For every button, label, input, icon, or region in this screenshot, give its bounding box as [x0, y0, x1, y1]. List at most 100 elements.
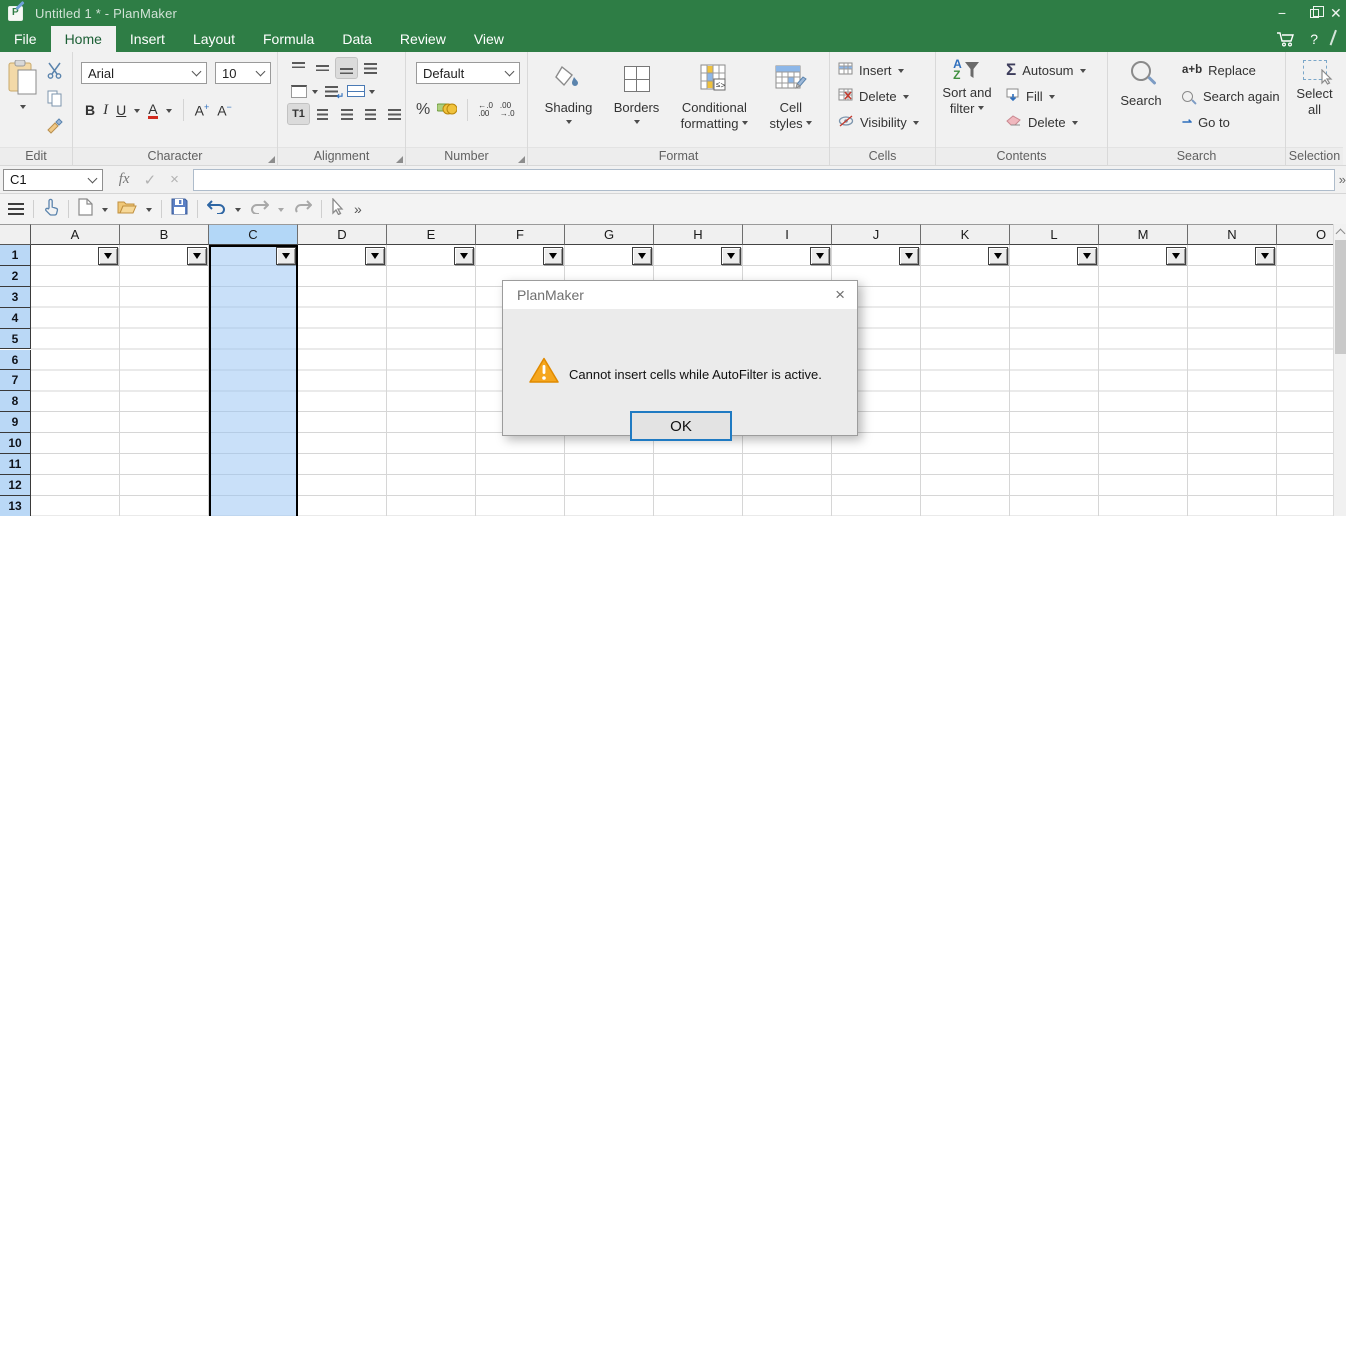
select-all-button[interactable]: Selectall [1296, 86, 1332, 118]
text-orientation-button[interactable]: T1 [288, 104, 309, 124]
autofilter-button-N[interactable] [1255, 247, 1275, 265]
search-again-button[interactable]: Search again [1174, 83, 1285, 109]
ok-button[interactable]: OK [630, 411, 732, 441]
open-dropdown[interactable] [146, 208, 152, 215]
underline-dropdown[interactable] [134, 109, 140, 116]
autofilter-button-E[interactable] [454, 247, 474, 265]
goto-button[interactable]: ⇀ Go to [1174, 109, 1285, 135]
row-header-8[interactable]: 8 [0, 391, 31, 412]
column-header-N[interactable]: N [1188, 224, 1277, 245]
autosum-dropdown[interactable] [1080, 69, 1086, 76]
number-dialog-launcher[interactable] [518, 156, 525, 163]
column-header-F[interactable]: F [476, 224, 565, 245]
column-header-K[interactable]: K [921, 224, 1010, 245]
confirm-entry-button[interactable]: ✓ [144, 171, 157, 189]
help-icon[interactable]: ? [1310, 31, 1318, 47]
row-header-3[interactable]: 3 [0, 287, 31, 308]
row-header-9[interactable]: 9 [0, 412, 31, 433]
column-header-M[interactable]: M [1099, 224, 1188, 245]
select-all-icon[interactable] [1303, 60, 1327, 80]
column-header-C[interactable]: C [209, 224, 298, 245]
autofilter-button-L[interactable] [1077, 247, 1097, 265]
autofilter-button-B[interactable] [187, 247, 207, 265]
wrap-text-button[interactable]: ↵ [321, 81, 342, 101]
tab-insert[interactable]: Insert [116, 26, 179, 52]
undo-dropdown[interactable] [235, 208, 241, 215]
tab-home[interactable]: Home [51, 26, 116, 52]
merge-cells-button[interactable] [345, 81, 366, 101]
column-header-I[interactable]: I [743, 224, 832, 245]
autofilter-button-K[interactable] [988, 247, 1008, 265]
redo-icon[interactable] [250, 199, 269, 219]
insert-cells-button[interactable]: Insert [830, 57, 935, 83]
autofilter-button-I[interactable] [810, 247, 830, 265]
redo-dropdown[interactable] [278, 208, 284, 215]
row-header-1[interactable]: 1 [0, 245, 31, 266]
currency-format-button[interactable] [437, 100, 457, 121]
scrollbar-thumb[interactable] [1335, 240, 1346, 354]
delete-contents-dropdown[interactable] [1072, 121, 1078, 128]
insert-dropdown[interactable] [898, 69, 904, 76]
font-name-select[interactable]: Arial [81, 62, 207, 84]
valign-top-button[interactable] [288, 58, 309, 78]
dialog-close-icon[interactable]: × [835, 285, 845, 305]
tab-formula[interactable]: Formula [249, 26, 328, 52]
touch-mode-icon[interactable] [43, 198, 59, 221]
selected-column-range[interactable] [209, 245, 298, 516]
add-decimal-button[interactable]: ←.0.00 [478, 102, 493, 118]
formula-bar-overflow[interactable]: » [1339, 172, 1346, 187]
grow-font-button[interactable]: A+ [195, 102, 210, 119]
conditional-formatting-dropdown[interactable] [742, 121, 748, 128]
font-color-dropdown[interactable] [166, 109, 172, 116]
row-header-4[interactable]: 4 [0, 308, 31, 329]
percent-format-button[interactable]: % [416, 101, 430, 119]
row-header-12[interactable]: 12 [0, 475, 31, 496]
borders-dropdown[interactable] [634, 120, 640, 127]
font-size-select[interactable]: 10 [215, 62, 271, 84]
number-format-select[interactable]: Default [416, 62, 520, 84]
visibility-dropdown[interactable] [913, 121, 919, 128]
font-color-button[interactable]: A [148, 102, 157, 119]
delete-contents-button[interactable]: Delete [998, 109, 1107, 135]
row-header-2[interactable]: 2 [0, 266, 31, 287]
autofilter-button-J[interactable] [899, 247, 919, 265]
valign-bottom-button[interactable] [336, 58, 357, 78]
shading-button[interactable]: Shading [545, 58, 593, 147]
autofilter-button-H[interactable] [721, 247, 741, 265]
fill-dropdown[interactable] [1049, 95, 1055, 102]
cell-frame-dropdown[interactable] [312, 90, 318, 97]
column-header-H[interactable]: H [654, 224, 743, 245]
cell-styles-button[interactable]: Cellstyles [769, 58, 812, 147]
menu-icon[interactable] [8, 203, 24, 215]
vertical-scrollbar[interactable] [1333, 224, 1346, 516]
valign-center-button[interactable] [312, 58, 333, 78]
tab-layout[interactable]: Layout [179, 26, 249, 52]
bold-button[interactable]: B [85, 102, 95, 118]
underline-button[interactable]: U [116, 102, 126, 118]
autofilter-button-F[interactable] [543, 247, 563, 265]
open-folder-icon[interactable] [117, 199, 137, 220]
repeat-icon[interactable] [293, 199, 312, 219]
new-document-dropdown[interactable] [102, 208, 108, 215]
align-left-button[interactable] [312, 104, 333, 124]
conditional-formatting-button[interactable]: ≤> Conditionalformatting [681, 58, 748, 147]
cut-icon[interactable] [46, 62, 63, 84]
visibility-button[interactable]: Visibility [830, 109, 935, 135]
align-right-button[interactable] [360, 104, 381, 124]
column-header-E[interactable]: E [387, 224, 476, 245]
sort-filter-dropdown[interactable] [978, 106, 984, 113]
align-justify-button[interactable] [384, 104, 405, 124]
column-header-A[interactable]: A [31, 224, 120, 245]
row-header-13[interactable]: 13 [0, 496, 31, 516]
restore-button[interactable] [1298, 0, 1330, 26]
italic-button[interactable]: I [103, 102, 108, 119]
minimize-button[interactable]: − [1266, 0, 1298, 26]
new-document-icon[interactable] [78, 198, 93, 221]
row-header-10[interactable]: 10 [0, 433, 31, 454]
copy-icon[interactable] [47, 90, 63, 112]
autofilter-button-C[interactable] [276, 247, 296, 265]
merge-cells-dropdown[interactable] [369, 90, 375, 97]
row-header-11[interactable]: 11 [0, 454, 31, 475]
column-header-B[interactable]: B [120, 224, 209, 245]
scroll-up-button[interactable] [1334, 224, 1346, 239]
